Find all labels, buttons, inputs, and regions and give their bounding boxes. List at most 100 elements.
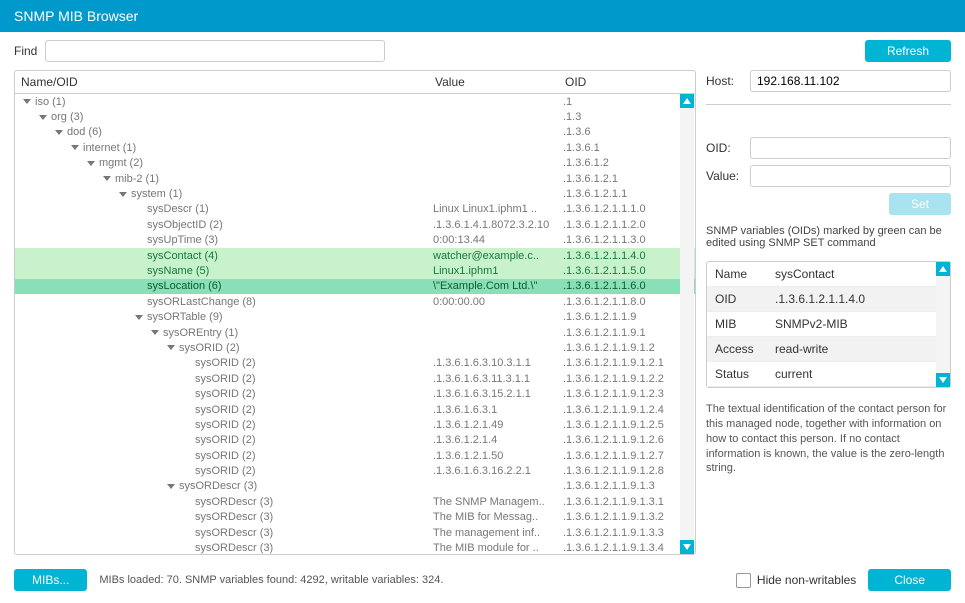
tree-row[interactable]: internet (1).1.3.6.1	[15, 140, 695, 155]
tree-node-label: iso (1)	[35, 96, 66, 108]
tree-row[interactable]: sysName (5)Linux1.iphm1.1.3.6.1.2.1.1.5.…	[15, 263, 695, 278]
detail-name-v: sysContact	[775, 267, 942, 281]
tree-node-label: sysORID (2)	[179, 342, 240, 354]
tree-node-label: mib-2 (1)	[115, 173, 159, 185]
tree-node-label: dod (6)	[67, 126, 102, 138]
tree-node-oid: .1.3.6.1.2.1.1.6.0	[559, 280, 679, 292]
tree-row[interactable]: org (3).1.3	[15, 109, 695, 124]
expand-icon[interactable]	[87, 161, 95, 166]
tree-row[interactable]: sysObjectID (2).1.3.6.1.4.1.8072.3.2.10.…	[15, 217, 695, 232]
tree-row[interactable]: sysORID (2).1.3.6.1.2.1.49.1.3.6.1.2.1.1…	[15, 417, 695, 432]
tree-row[interactable]: sysLocation (6)\"Example.Com Ltd.\".1.3.…	[15, 279, 695, 294]
col-oid[interactable]: OID	[559, 71, 679, 93]
tree-row[interactable]: sysORID (2).1.3.6.1.6.3.11.3.1.1.1.3.6.1…	[15, 371, 695, 386]
find-input[interactable]	[45, 40, 385, 62]
tree-row[interactable]: sysORID (2).1.3.6.1.2.1.50.1.3.6.1.2.1.1…	[15, 448, 695, 463]
tree-node-label: sysOREntry (1)	[163, 327, 238, 339]
tree-row[interactable]: sysContact (4)watcher@example.c...1.3.6.…	[15, 248, 695, 263]
tree-row[interactable]: sysORDescr (3)The MIB for Messag...1.3.6…	[15, 510, 695, 525]
detail-mib-k: MIB	[715, 317, 775, 331]
expand-icon[interactable]	[39, 115, 47, 120]
tree-row[interactable]: sysORDescr (3) The MIB module for ...1.3.…	[15, 540, 695, 554]
tree-node-oid: .1.3.6.1.2.1.1.9.1.3.2	[559, 511, 679, 523]
tree-row[interactable]: sysORID (2).1.3.6.1.6.3.10.3.1.1.1.3.6.1…	[15, 356, 695, 371]
scroll-up-icon[interactable]	[680, 94, 694, 108]
tree-row[interactable]: sysORDescr (3)The management inf...1.3.6…	[15, 525, 695, 540]
tree-node-value: .1.3.6.1.2.1.50	[429, 450, 559, 462]
tree-node-value: .1.3.6.1.2.1.4	[429, 434, 559, 446]
tree-node-label: sysORDescr (3)	[195, 542, 273, 554]
col-name[interactable]: Name/OID	[15, 71, 429, 93]
set-button[interactable]: Set	[889, 193, 951, 215]
expand-icon[interactable]	[167, 345, 175, 350]
scroll-down-icon[interactable]	[680, 540, 694, 554]
detail-access-k: Access	[715, 342, 775, 356]
scroll-thumb[interactable]	[682, 109, 692, 159]
tree-row[interactable]: iso (1).1	[15, 94, 695, 109]
expand-icon[interactable]	[55, 130, 63, 135]
description-text: The textual identification of the contac…	[706, 402, 951, 476]
tree-row[interactable]: sysORDescr (3).1.3.6.1.2.1.1.9.1.3	[15, 479, 695, 494]
tree-node-value: .1.3.6.1.2.1.49	[429, 419, 559, 431]
host-input[interactable]	[750, 70, 951, 92]
tree-node-oid: .1.3.6.1.2.1.1.9.1.2.4	[559, 404, 679, 416]
tree-row[interactable]: sysOREntry (1).1.3.6.1.2.1.1.9.1	[15, 325, 695, 340]
close-button[interactable]: Close	[868, 569, 951, 591]
tree-node-value: The SNMP Managem..	[429, 496, 559, 508]
value-input[interactable]	[750, 165, 951, 187]
tree-node-oid: .1.3.6.1.2.1.1.8.0	[559, 296, 679, 308]
tree-row[interactable]: sysORID (2).1.3.6.1.6.3.15.2.1.1.1.3.6.1…	[15, 386, 695, 401]
mib-tree-panel: Name/OID Value OID iso (1).1org (3).1.3d…	[14, 70, 696, 555]
tree-node-oid: .1.3.6.1.2.1	[559, 173, 679, 185]
tree-node-oid: .1.3.6.1.2.1.1.2.0	[559, 219, 679, 231]
checkbox-icon[interactable]	[736, 573, 751, 588]
tree-row[interactable]: sysORTable (9).1.3.6.1.2.1.1.9	[15, 309, 695, 324]
scroll-down-icon[interactable]	[936, 373, 950, 387]
tree-node-oid: .1.3.6.1	[559, 142, 679, 154]
tree-node-oid: .1.3.6.1.2.1.1.9.1.2.6	[559, 434, 679, 446]
tree-row[interactable]: mgmt (2).1.3.6.1.2	[15, 156, 695, 171]
refresh-button[interactable]: Refresh	[865, 40, 951, 62]
tree-row[interactable]: sysDescr (1)Linux Linux1.iphm1 ...1.3.6.…	[15, 202, 695, 217]
tree-row[interactable]: system (1).1.3.6.1.2.1.1	[15, 186, 695, 201]
expand-icon[interactable]	[151, 330, 159, 335]
oid-input[interactable]	[750, 137, 951, 159]
col-value[interactable]: Value	[429, 71, 559, 93]
tree-node-label: sysORID (2)	[195, 373, 256, 385]
tree-row[interactable]: sysORLastChange (8)0:00:00.00.1.3.6.1.2.…	[15, 294, 695, 309]
expand-icon[interactable]	[119, 192, 127, 197]
tree-row[interactable]: sysORDescr (3)The SNMP Managem...1.3.6.1…	[15, 494, 695, 509]
expand-icon[interactable]	[167, 484, 175, 489]
scroll-up-icon[interactable]	[936, 262, 950, 276]
info-text: SNMP variables (OIDs) marked by green ca…	[706, 225, 951, 249]
expand-icon[interactable]	[103, 176, 111, 181]
tree-node-value: .1.3.6.1.6.3.11.3.1.1	[429, 373, 559, 385]
tree-node-label: sysORID (2)	[195, 388, 256, 400]
tree-node-label: sysObjectID (2)	[147, 219, 223, 231]
tree-row[interactable]: dod (6).1.3.6	[15, 125, 695, 140]
expand-icon[interactable]	[135, 315, 143, 320]
tree-node-oid: .1.3.6.1.2.1.1.9.1.3.4	[559, 542, 679, 554]
tree-rows[interactable]: iso (1).1org (3).1.3dod (6).1.3.6interne…	[15, 94, 695, 554]
tree-node-label: sysORID (2)	[195, 465, 256, 477]
hide-label: Hide non-writables	[757, 573, 856, 587]
tree-row[interactable]: sysORID (2).1.3.6.1.6.3.1.1.3.6.1.2.1.1.…	[15, 402, 695, 417]
tree-row[interactable]: sysUpTime (3)0:00:13.44.1.3.6.1.2.1.1.3.…	[15, 233, 695, 248]
tree-node-oid: .1.3.6.1.2.1.1.9.1.2.8	[559, 465, 679, 477]
expand-icon[interactable]	[23, 99, 31, 104]
tree-node-oid: .1.3.6.1.2.1.1.9.1.2.1	[559, 357, 679, 369]
tree-node-label: org (3)	[51, 111, 83, 123]
detail-oid-v: .1.3.6.1.2.1.1.4.0	[775, 292, 942, 306]
tree-node-value: Linux1.iphm1	[429, 265, 559, 277]
tree-row[interactable]: sysORID (2).1.3.6.1.6.3.16.2.2.1.1.3.6.1…	[15, 463, 695, 478]
tree-row[interactable]: sysORID (2).1.3.6.1.2.1.4.1.3.6.1.2.1.1.…	[15, 433, 695, 448]
tree-row[interactable]: sysORID (2).1.3.6.1.2.1.1.9.1.2	[15, 340, 695, 355]
vertical-scrollbar[interactable]	[680, 94, 694, 554]
mibs-button[interactable]: MIBs...	[14, 569, 87, 591]
detail-scrollbar[interactable]	[936, 262, 950, 387]
tree-node-value: The MIB module for ..	[429, 542, 559, 554]
toolbar: Find Refresh	[0, 32, 965, 70]
hide-nonwritables-checkbox[interactable]: Hide non-writables	[736, 573, 856, 588]
expand-icon[interactable]	[71, 145, 79, 150]
tree-row[interactable]: mib-2 (1) .1.3.6.1.2.1	[15, 171, 695, 186]
